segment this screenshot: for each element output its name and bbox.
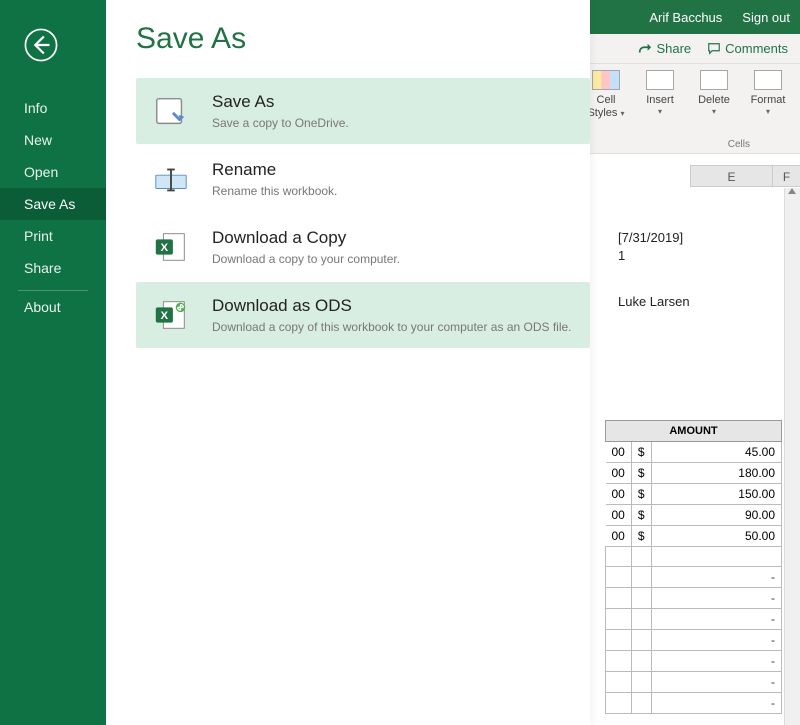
- delete-label: Delete: [698, 94, 730, 107]
- column-header-f[interactable]: F: [772, 166, 800, 186]
- insert-label: Insert: [646, 94, 674, 107]
- sidebar-item-open[interactable]: Open: [0, 156, 106, 188]
- sign-out-link[interactable]: Sign out: [742, 10, 790, 25]
- share-icon: [638, 42, 652, 56]
- option-save-as[interactable]: Save As Save a copy to OneDrive.: [136, 78, 590, 144]
- backstage-panel: Info New Open Save As Print Share About …: [0, 0, 590, 725]
- table-row[interactable]: -: [606, 588, 782, 609]
- option-download-copy[interactable]: X Download a Copy Download a copy to you…: [136, 214, 590, 280]
- sidebar-item-print[interactable]: Print: [0, 220, 106, 252]
- sidebar-item-save-as[interactable]: Save As: [0, 188, 106, 220]
- table-row[interactable]: 00$90.00: [606, 505, 782, 526]
- table-row[interactable]: 00$150.00: [606, 484, 782, 505]
- chevron-down-icon: ▾: [658, 107, 662, 116]
- chevron-down-icon: ▾: [621, 109, 625, 118]
- comments-button[interactable]: Comments: [707, 41, 788, 56]
- comment-icon: [707, 42, 721, 56]
- delete-button[interactable]: Delete ▾: [694, 70, 734, 116]
- amount-table: AMOUNT 00$45.00 00$180.00 00$150.00 00$9…: [605, 420, 782, 714]
- table-row[interactable]: -: [606, 672, 782, 693]
- sidebar-item-about[interactable]: About: [0, 291, 106, 323]
- sidebar-item-info[interactable]: Info: [0, 92, 106, 124]
- table-row[interactable]: -: [606, 693, 782, 714]
- option-desc: Rename this workbook.: [212, 184, 337, 198]
- page-title: Save As: [136, 22, 590, 56]
- amount-header: AMOUNT: [606, 421, 782, 442]
- option-download-ods[interactable]: X Download as ODS Download a copy of thi…: [136, 282, 590, 348]
- option-desc: Save a copy to OneDrive.: [212, 116, 349, 130]
- vertical-scrollbar[interactable]: [784, 188, 800, 725]
- column-headers: E F: [690, 165, 800, 187]
- excel-file-icon: X: [152, 228, 190, 266]
- cell-customer-name: Luke Larsen: [618, 294, 690, 309]
- tools-group-label: Cells: [728, 139, 750, 150]
- table-row[interactable]: 00$180.00: [606, 463, 782, 484]
- comments-label: Comments: [725, 41, 788, 56]
- table-row[interactable]: -: [606, 609, 782, 630]
- back-button[interactable]: [24, 28, 58, 62]
- format-icon: [754, 70, 782, 90]
- save-as-icon: [152, 92, 190, 130]
- share-label: Share: [656, 41, 691, 56]
- option-rename[interactable]: Rename Rename this workbook.: [136, 146, 590, 212]
- table-row[interactable]: 00$45.00: [606, 442, 782, 463]
- option-title: Rename: [212, 160, 337, 180]
- column-header-e[interactable]: E: [690, 166, 772, 186]
- back-arrow-icon: [24, 28, 58, 62]
- cell-styles-icon: [592, 70, 620, 90]
- table-row[interactable]: -: [606, 567, 782, 588]
- table-row[interactable]: [606, 547, 782, 567]
- cell-date: [7/31/2019]: [618, 230, 683, 245]
- backstage-sidebar: Info New Open Save As Print Share About: [0, 0, 106, 725]
- cell-styles-button[interactable]: Cell Styles ▾: [586, 70, 626, 120]
- option-desc: Download a copy to your computer.: [212, 252, 400, 266]
- format-button[interactable]: Format ▾: [748, 70, 788, 116]
- table-row[interactable]: -: [606, 630, 782, 651]
- svg-text:X: X: [161, 310, 169, 322]
- delete-icon: [700, 70, 728, 90]
- chevron-down-icon: ▾: [766, 107, 770, 116]
- insert-icon: [646, 70, 674, 90]
- insert-button[interactable]: Insert ▾: [640, 70, 680, 116]
- cell-one: 1: [618, 248, 625, 263]
- table-row[interactable]: 00$50.00: [606, 526, 782, 547]
- option-title: Download a Copy: [212, 228, 400, 248]
- share-button[interactable]: Share: [638, 41, 691, 56]
- sidebar-item-share[interactable]: Share: [0, 252, 106, 284]
- table-row[interactable]: -: [606, 651, 782, 672]
- chevron-down-icon: ▾: [712, 107, 716, 116]
- rename-icon: [152, 160, 190, 198]
- option-desc: Download a copy of this workbook to your…: [212, 320, 572, 334]
- svg-text:X: X: [161, 242, 169, 254]
- option-title: Download as ODS: [212, 296, 572, 316]
- sidebar-item-new[interactable]: New: [0, 124, 106, 156]
- format-label: Format: [751, 94, 786, 107]
- account-user-name[interactable]: Arif Bacchus: [649, 10, 722, 25]
- backstage-main: Save As Save As Save a copy to OneDrive.…: [106, 0, 590, 725]
- ods-file-icon: X: [152, 296, 190, 334]
- option-title: Save As: [212, 92, 349, 112]
- cell-styles-label: Cell Styles ▾: [586, 94, 626, 120]
